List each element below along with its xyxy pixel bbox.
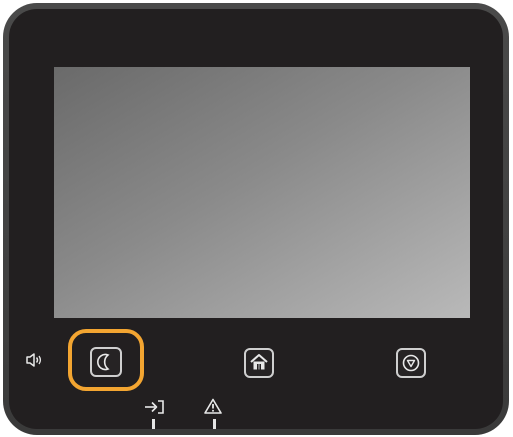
- home-icon: [246, 350, 272, 376]
- sleep-button[interactable]: [90, 347, 122, 377]
- control-panel: [9, 9, 503, 429]
- touch-display[interactable]: [54, 67, 470, 318]
- data-indicator-light: [152, 419, 155, 429]
- moon-icon: [92, 349, 120, 375]
- warning-icon: [204, 398, 222, 419]
- home-button[interactable]: [244, 348, 274, 378]
- printer-control-panel-illustration: [0, 0, 513, 437]
- stop-button[interactable]: [396, 348, 426, 378]
- error-indicator-light: [213, 419, 216, 429]
- data-indicator-icon: [143, 399, 167, 420]
- stop-icon: [398, 350, 424, 376]
- speaker-icon[interactable]: [25, 352, 43, 373]
